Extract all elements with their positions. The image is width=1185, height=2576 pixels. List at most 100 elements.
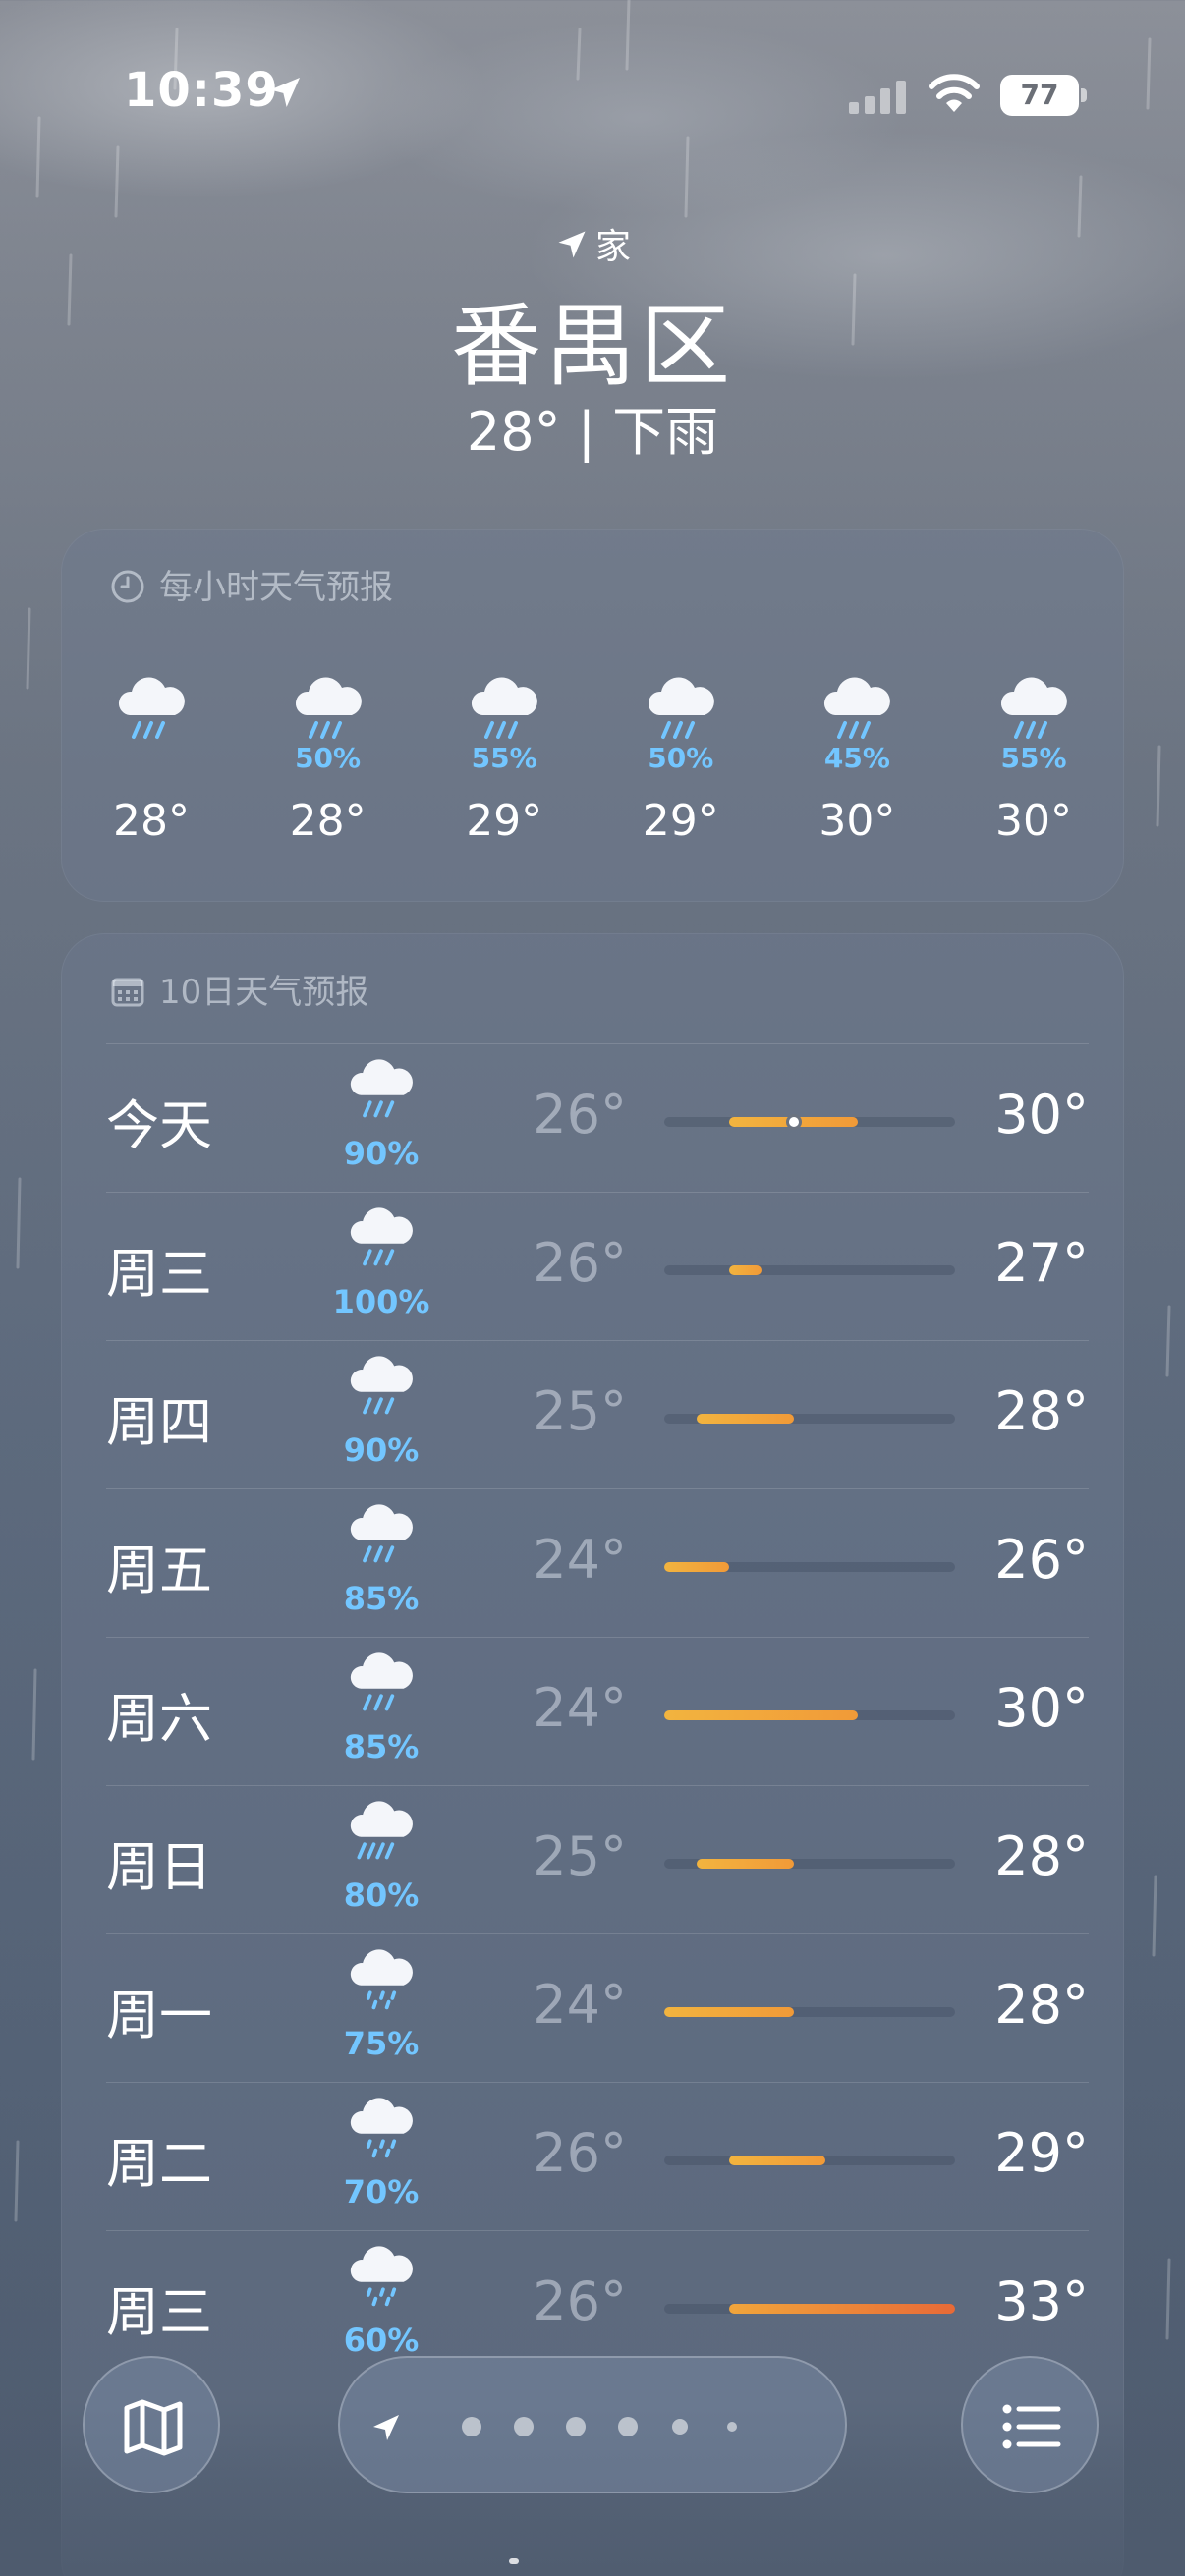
day-name: 周三 xyxy=(106,2281,212,2343)
day-precip-chance: 100% xyxy=(332,1283,430,1320)
rain-cloud-icon xyxy=(350,1356,413,1415)
day-precip-chance: 70% xyxy=(343,2173,420,2211)
daily-forecast-card[interactable]: 10日天气预报 今天 90% 26° 30° 周三 100% 26° 27° 周四 90% 25° 2… xyxy=(61,933,1124,2576)
daily-forecast-row[interactable]: 周四 90% 25° 28° xyxy=(106,1340,1089,1488)
day-weather-icon xyxy=(342,1652,421,1716)
day-weather-icon xyxy=(342,1058,421,1123)
day-weather-icon xyxy=(342,1503,421,1568)
hourly-temperature: 30° xyxy=(818,796,896,846)
daily-forecast-row[interactable]: 周六 85% 24° 30° xyxy=(106,1637,1089,1785)
map-button[interactable] xyxy=(83,2356,220,2493)
rain-cloud-icon xyxy=(648,677,714,739)
calendar-icon xyxy=(111,978,144,1007)
daily-forecast-row[interactable]: 周五 85% 24° 26° xyxy=(106,1488,1089,1637)
hourly-precip-chance: 50% xyxy=(295,742,362,774)
drizzle-cloud-icon xyxy=(350,2098,413,2158)
temperature-range-bar xyxy=(728,2156,826,2165)
day-high-temp: 33° xyxy=(994,2270,1089,2332)
day-name: 周二 xyxy=(106,2133,212,2195)
page-dot[interactable] xyxy=(566,2417,586,2436)
temperature-range-track xyxy=(664,1562,955,1572)
rain-cloud-icon xyxy=(350,1504,413,1563)
cellular-signal-icon xyxy=(849,81,906,114)
drizzle-cloud-icon xyxy=(350,2246,413,2307)
list-icon xyxy=(1002,2404,1061,2449)
daily-card-title: 10日天气预报 xyxy=(159,973,369,1012)
daily-forecast-row[interactable]: 周二 70% 26° 29° xyxy=(106,2082,1089,2230)
daily-forecast-row[interactable]: 今天 90% 26° 30° xyxy=(106,1043,1089,1192)
day-name: 周四 xyxy=(106,1391,212,1453)
hourly-precip-chance: 45% xyxy=(823,742,890,774)
rain-cloud-icon xyxy=(295,677,362,739)
day-high-temp: 26° xyxy=(994,1529,1089,1591)
day-low-temp: 26° xyxy=(533,1084,627,1146)
temperature-range-bar xyxy=(664,2007,794,2017)
day-low-temp: 24° xyxy=(533,1529,627,1591)
rain-cloud-icon xyxy=(118,677,185,739)
day-low-temp: 24° xyxy=(533,1677,627,1739)
temperature-range-bar xyxy=(728,1265,762,1275)
daily-forecast-row[interactable]: 周三 100% 26° 27° xyxy=(106,1192,1089,1340)
location-arrow-icon xyxy=(270,78,300,107)
temperature-range-track xyxy=(664,1265,955,1275)
hourly-temperature: 28° xyxy=(289,796,367,846)
day-high-temp: 28° xyxy=(994,1380,1089,1442)
hourly-temperature: 29° xyxy=(466,796,543,846)
page-dot[interactable] xyxy=(514,2417,534,2436)
page-dot[interactable] xyxy=(672,2419,688,2435)
day-name: 周五 xyxy=(106,1540,212,1601)
temperature-range-track xyxy=(664,1114,955,1130)
day-high-temp: 29° xyxy=(994,2122,1089,2184)
hourly-temperature: 30° xyxy=(995,796,1072,846)
page-dots[interactable] xyxy=(340,2358,849,2495)
temperature-range-bar xyxy=(696,1414,794,1424)
hourly-item: 28° xyxy=(92,676,210,846)
day-weather-icon xyxy=(342,1355,421,1420)
page-dot[interactable] xyxy=(727,2422,737,2432)
day-low-temp: 26° xyxy=(533,1232,627,1294)
day-precip-chance: 90% xyxy=(343,1431,420,1469)
day-high-temp: 28° xyxy=(994,1974,1089,2036)
day-weather-icon xyxy=(342,1800,421,1865)
daily-forecast-row[interactable]: 周一 75% 24° 28° xyxy=(106,1933,1089,2082)
hourly-forecast-card[interactable]: 每小时天气预报 28° 50% 28° 55% 29° 50% 29° 45% 30° 55% 30… xyxy=(61,529,1124,902)
current-conditions: 28° | 下雨 xyxy=(466,401,719,463)
day-low-temp: 24° xyxy=(533,1974,627,2036)
day-high-temp: 27° xyxy=(994,1232,1089,1294)
city-name: 番禺区 xyxy=(450,294,734,399)
temperature-range-track xyxy=(664,1414,955,1424)
current-location-page-icon[interactable] xyxy=(373,2415,399,2440)
hourly-item: 55% 30° xyxy=(975,676,1093,846)
temperature-range-bar xyxy=(664,1562,729,1572)
location-list-button[interactable] xyxy=(961,2356,1099,2493)
daily-card-header: 10日天气预报 xyxy=(110,965,368,1013)
clock-icon xyxy=(111,570,144,603)
day-low-temp: 26° xyxy=(533,2270,627,2332)
rain-cloud-icon xyxy=(350,1652,413,1711)
hourly-precip-chance xyxy=(92,741,210,776)
location-pager[interactable] xyxy=(338,2356,847,2493)
heavy-rain-cloud-icon xyxy=(350,1801,413,1860)
day-precip-chance: 90% xyxy=(343,1135,420,1172)
day-weather-icon xyxy=(342,1206,421,1271)
hourly-item: 45% 30° xyxy=(798,676,916,846)
day-name: 周一 xyxy=(106,1985,212,2046)
hourly-item: 55% 29° xyxy=(445,676,563,846)
home-label-text: 家 xyxy=(594,227,631,267)
page-dot[interactable] xyxy=(618,2417,638,2436)
day-low-temp: 26° xyxy=(533,2122,627,2184)
page-dot[interactable] xyxy=(462,2417,481,2436)
map-icon xyxy=(124,2399,183,2456)
home-indicator xyxy=(509,2558,519,2564)
day-high-temp: 30° xyxy=(994,1084,1089,1146)
temperature-range-bar xyxy=(664,1710,859,1720)
rain-cloud-icon xyxy=(1000,677,1067,739)
day-name: 周六 xyxy=(106,1688,212,1750)
daily-forecast-row[interactable]: 周日 80% 25° 28° xyxy=(106,1785,1089,1933)
status-time: 10:39 xyxy=(124,63,279,118)
status-bar: 10:39 77 xyxy=(0,0,1185,196)
day-precip-chance: 80% xyxy=(343,1876,420,1914)
hourly-temperature: 28° xyxy=(113,796,190,846)
rain-cloud-icon xyxy=(350,1059,413,1118)
day-precip-chance: 75% xyxy=(343,2025,420,2062)
